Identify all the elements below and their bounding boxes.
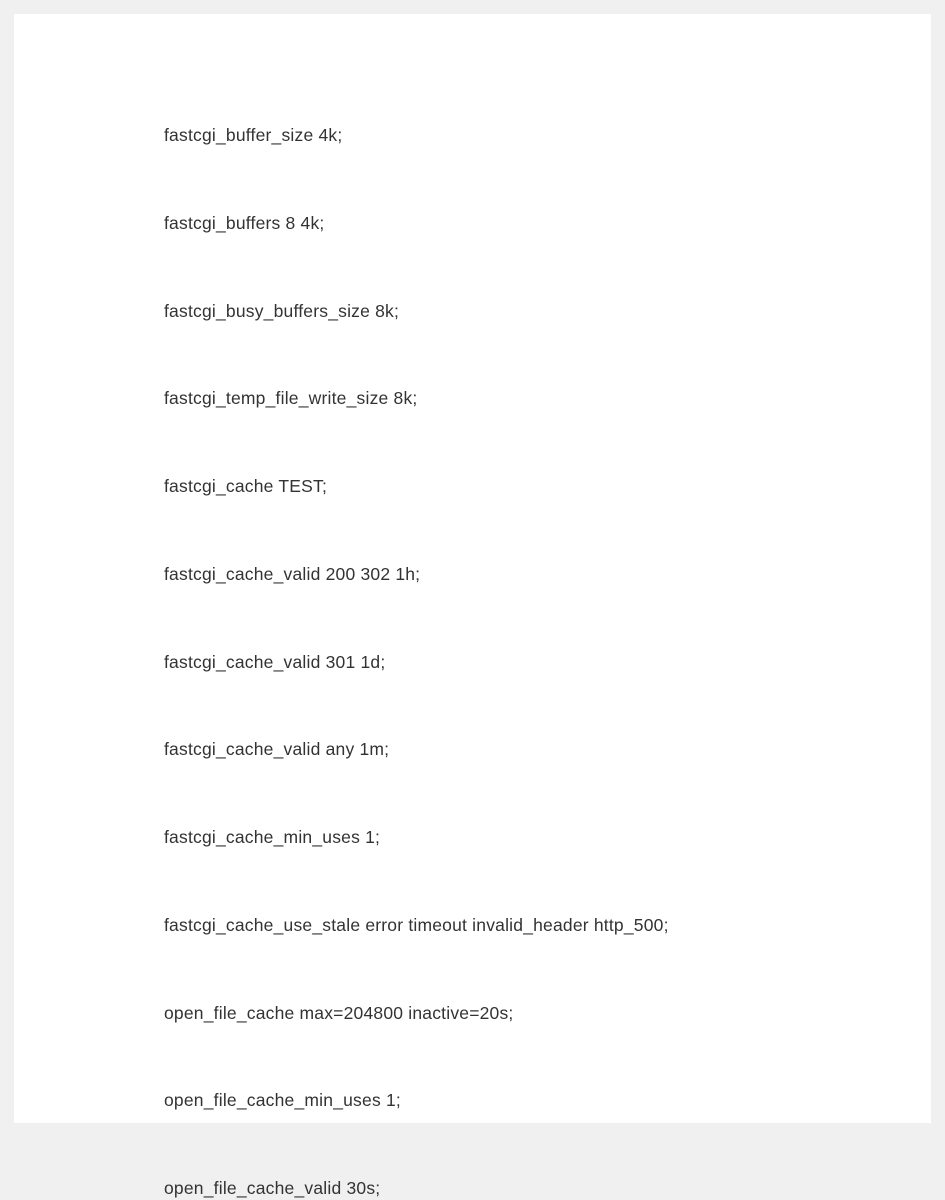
config-line: fastcgi_cache_min_uses 1; (164, 826, 781, 849)
config-line: fastcgi_busy_buffers_size 8k; (164, 300, 781, 323)
config-line: open_file_cache_valid 30s; (164, 1177, 781, 1200)
config-line: fastcgi_buffers 8 4k; (164, 212, 781, 235)
config-line: fastcgi_temp_file_write_size 8k; (164, 387, 781, 410)
config-line: fastcgi_cache_valid any 1m; (164, 738, 781, 761)
config-line: fastcgi_buffer_size 4k; (164, 124, 781, 147)
config-line: fastcgi_cache_valid 200 302 1h; (164, 563, 781, 586)
config-line: fastcgi_cache_valid 301 1d; (164, 651, 781, 674)
config-line: fastcgi_cache TEST; (164, 475, 781, 498)
document-page: fastcgi_buffer_size 4k; fastcgi_buffers … (14, 14, 931, 1123)
config-line: open_file_cache_min_uses 1; (164, 1089, 781, 1112)
config-line: open_file_cache max=204800 inactive=20s; (164, 1002, 781, 1025)
config-line: fastcgi_cache_use_stale error timeout in… (164, 914, 781, 937)
